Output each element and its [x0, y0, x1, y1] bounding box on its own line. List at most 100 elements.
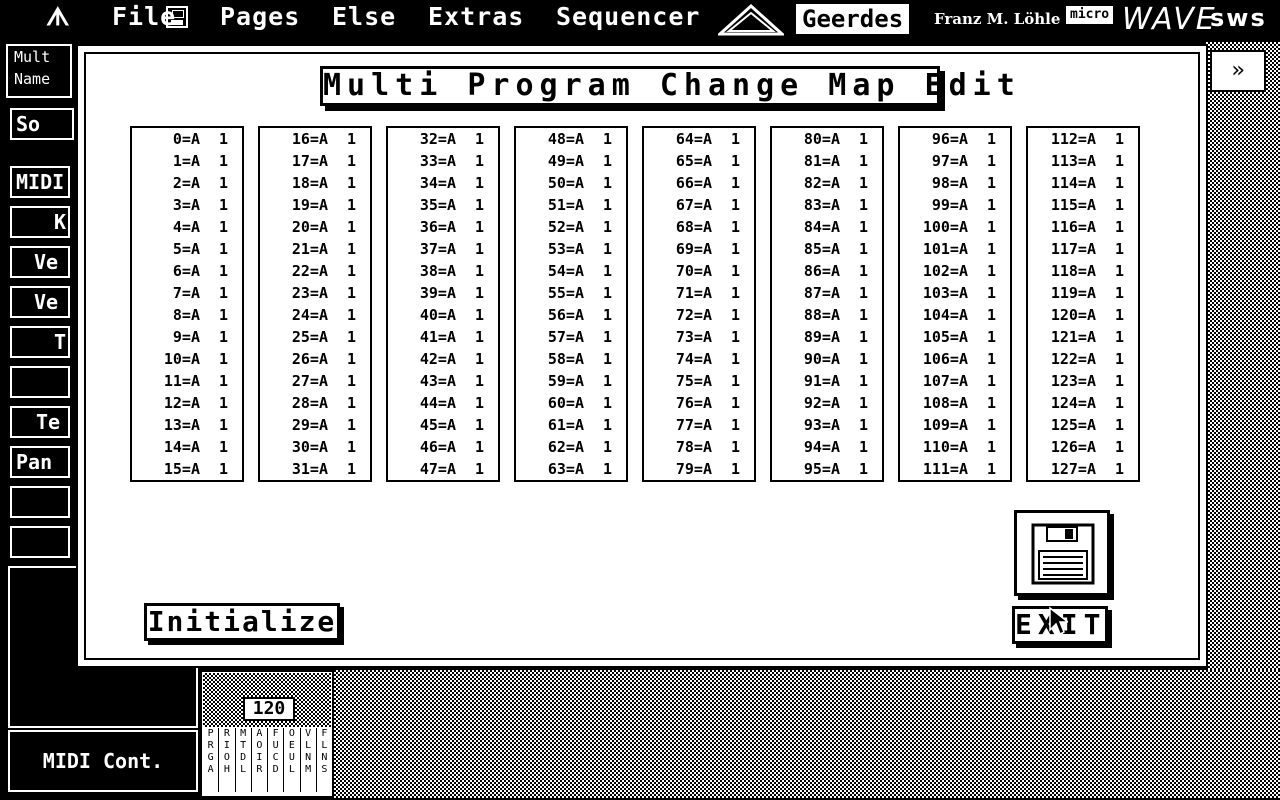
- map-entry[interactable]: 38=A 1: [388, 260, 498, 282]
- map-entry[interactable]: 20=A 1: [260, 216, 370, 238]
- map-entry[interactable]: 40=A 1: [388, 304, 498, 326]
- map-entry[interactable]: 101=A 1: [900, 238, 1010, 260]
- map-entry[interactable]: 21=A 1: [260, 238, 370, 260]
- map-entry[interactable]: 52=A 1: [516, 216, 626, 238]
- save-disk-button[interactable]: [1014, 510, 1110, 596]
- map-entry[interactable]: 46=A 1: [388, 436, 498, 458]
- map-entry[interactable]: 55=A 1: [516, 282, 626, 304]
- map-entry[interactable]: 31=A 1: [260, 458, 370, 480]
- map-entry[interactable]: 117=A 1: [1028, 238, 1138, 260]
- track-col[interactable]: VLNM: [301, 728, 317, 792]
- map-entry[interactable]: 89=A 1: [772, 326, 882, 348]
- map-entry[interactable]: 120=A 1: [1028, 304, 1138, 326]
- map-entry[interactable]: 99=A 1: [900, 194, 1010, 216]
- menu-sequencer[interactable]: Sequencer: [556, 2, 700, 31]
- map-entry[interactable]: 60=A 1: [516, 392, 626, 414]
- map-entry[interactable]: 113=A 1: [1028, 150, 1138, 172]
- map-entry[interactable]: 61=A 1: [516, 414, 626, 436]
- map-entry[interactable]: 116=A 1: [1028, 216, 1138, 238]
- map-entry[interactable]: 62=A 1: [516, 436, 626, 458]
- menu-pages[interactable]: Pages: [220, 2, 300, 31]
- map-entry[interactable]: 43=A 1: [388, 370, 498, 392]
- map-entry[interactable]: 44=A 1: [388, 392, 498, 414]
- side-item-empty-3[interactable]: [10, 526, 70, 558]
- map-entry[interactable]: 108=A 1: [900, 392, 1010, 414]
- map-entry[interactable]: 107=A 1: [900, 370, 1010, 392]
- map-entry[interactable]: 8=A 1: [132, 304, 242, 326]
- side-item-so[interactable]: So: [10, 108, 74, 140]
- map-entry[interactable]: 82=A 1: [772, 172, 882, 194]
- side-item-empty-1[interactable]: [10, 366, 70, 398]
- map-entry[interactable]: 106=A 1: [900, 348, 1010, 370]
- map-entry[interactable]: 50=A 1: [516, 172, 626, 194]
- map-entry[interactable]: 1=A 1: [132, 150, 242, 172]
- map-entry[interactable]: 7=A 1: [132, 282, 242, 304]
- map-entry[interactable]: 123=A 1: [1028, 370, 1138, 392]
- map-entry[interactable]: 94=A 1: [772, 436, 882, 458]
- map-entry[interactable]: 105=A 1: [900, 326, 1010, 348]
- map-entry[interactable]: 84=A 1: [772, 216, 882, 238]
- map-entry[interactable]: 59=A 1: [516, 370, 626, 392]
- track-col[interactable]: MTDL: [236, 728, 252, 792]
- menu-else[interactable]: Else: [332, 2, 396, 31]
- side-item-ve-1[interactable]: Ve: [10, 246, 70, 278]
- map-entry[interactable]: 58=A 1: [516, 348, 626, 370]
- map-entry[interactable]: 63=A 1: [516, 458, 626, 480]
- map-entry[interactable]: 73=A 1: [644, 326, 754, 348]
- map-entry[interactable]: 47=A 1: [388, 458, 498, 480]
- side-item-midi[interactable]: MIDI: [10, 166, 70, 198]
- map-entry[interactable]: 5=A 1: [132, 238, 242, 260]
- map-entry[interactable]: 37=A 1: [388, 238, 498, 260]
- map-entry[interactable]: 29=A 1: [260, 414, 370, 436]
- map-entry[interactable]: 80=A 1: [772, 128, 882, 150]
- map-entry[interactable]: 124=A 1: [1028, 392, 1138, 414]
- map-entry[interactable]: 66=A 1: [644, 172, 754, 194]
- map-entry[interactable]: 81=A 1: [772, 150, 882, 172]
- side-item-ve-2[interactable]: Ve: [10, 286, 70, 318]
- map-entry[interactable]: 68=A 1: [644, 216, 754, 238]
- map-entry[interactable]: 45=A 1: [388, 414, 498, 436]
- map-entry[interactable]: 30=A 1: [260, 436, 370, 458]
- map-entry[interactable]: 34=A 1: [388, 172, 498, 194]
- tempo-field[interactable]: 120: [243, 697, 295, 721]
- side-item-empty-2[interactable]: [10, 486, 70, 518]
- map-entry[interactable]: 9=A 1: [132, 326, 242, 348]
- map-entry[interactable]: 35=A 1: [388, 194, 498, 216]
- map-entry[interactable]: 4=A 1: [132, 216, 242, 238]
- map-entry[interactable]: 25=A 1: [260, 326, 370, 348]
- map-entry[interactable]: 10=A 1: [132, 348, 242, 370]
- map-entry[interactable]: 126=A 1: [1028, 436, 1138, 458]
- map-entry[interactable]: 122=A 1: [1028, 348, 1138, 370]
- map-entry[interactable]: 12=A 1: [132, 392, 242, 414]
- map-entry[interactable]: 74=A 1: [644, 348, 754, 370]
- map-entry[interactable]: 110=A 1: [900, 436, 1010, 458]
- map-entry[interactable]: 67=A 1: [644, 194, 754, 216]
- map-entry[interactable]: 69=A 1: [644, 238, 754, 260]
- map-entry[interactable]: 48=A 1: [516, 128, 626, 150]
- map-entry[interactable]: 65=A 1: [644, 150, 754, 172]
- map-entry[interactable]: 78=A 1: [644, 436, 754, 458]
- track-col[interactable]: FUCD: [268, 728, 285, 792]
- map-entry[interactable]: 28=A 1: [260, 392, 370, 414]
- map-entry[interactable]: 57=A 1: [516, 326, 626, 348]
- track-col[interactable]: RIOH: [219, 728, 236, 792]
- map-entry[interactable]: 100=A 1: [900, 216, 1010, 238]
- map-entry[interactable]: 97=A 1: [900, 150, 1010, 172]
- right-edge-icon[interactable]: »: [1210, 50, 1266, 92]
- map-entry[interactable]: 13=A 1: [132, 414, 242, 436]
- map-entry[interactable]: 27=A 1: [260, 370, 370, 392]
- map-entry[interactable]: 3=A 1: [132, 194, 242, 216]
- map-entry[interactable]: 90=A 1: [772, 348, 882, 370]
- map-entry[interactable]: 127=A 1: [1028, 458, 1138, 480]
- map-entry[interactable]: 77=A 1: [644, 414, 754, 436]
- map-entry[interactable]: 32=A 1: [388, 128, 498, 150]
- map-entry[interactable]: 36=A 1: [388, 216, 498, 238]
- map-entry[interactable]: 19=A 1: [260, 194, 370, 216]
- map-entry[interactable]: 111=A 1: [900, 458, 1010, 480]
- map-entry[interactable]: 115=A 1: [1028, 194, 1138, 216]
- map-entry[interactable]: 22=A 1: [260, 260, 370, 282]
- track-col[interactable]: AOIR: [252, 728, 268, 792]
- map-entry[interactable]: 26=A 1: [260, 348, 370, 370]
- map-entry[interactable]: 0=A 1: [132, 128, 242, 150]
- map-entry[interactable]: 42=A 1: [388, 348, 498, 370]
